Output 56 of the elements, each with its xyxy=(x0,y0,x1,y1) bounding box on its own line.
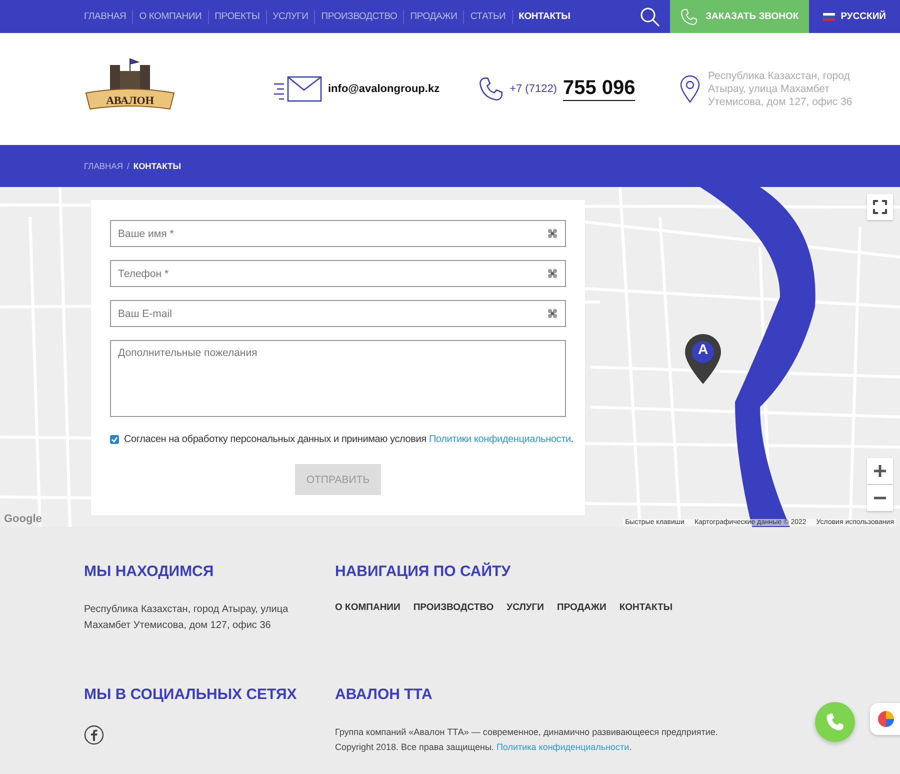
phone-icon xyxy=(680,8,698,26)
envelope-icon xyxy=(274,76,322,102)
phone-number[interactable]: 755 096 xyxy=(562,77,636,101)
marker-label: A xyxy=(696,341,710,357)
phone-icon xyxy=(825,712,845,732)
footer-nav-link[interactable]: ПРОДАЖИ xyxy=(556,602,606,613)
address-text: Республика Казахстан, город Атырау, улица Махамбет Утемисова, дом 127, офис 36 xyxy=(84,603,290,633)
copyright-text: Copyright 2018. Все права защищены. Политика конфиденциальности. xyxy=(335,740,633,754)
email-link[interactable]: info@avalongroup.kz xyxy=(328,83,440,95)
breadcrumb-link[interactable]: КОНТАКТЫ xyxy=(133,161,182,171)
company-description: Группа компаний «Авалон ТТА» — современное, динамично развивающееся предприятие. xyxy=(335,726,719,739)
phone-prefix: +7 (7122) xyxy=(510,83,557,95)
nav-link[interactable]: КОНТАКТЫ xyxy=(512,10,576,24)
autofill-icon xyxy=(547,308,558,319)
footer-nav-link[interactable]: ПРОИЗВОДСТВО xyxy=(413,602,494,613)
colorful-circle-icon xyxy=(878,711,894,727)
footer-nav-link[interactable]: УСЛУГИ xyxy=(506,602,544,613)
chat-widget-button[interactable] xyxy=(870,703,900,735)
input-field[interactable]: Телефон * xyxy=(110,260,566,287)
language-selector[interactable]: РУССКИЙ xyxy=(808,11,900,22)
section-title: МЫ В СОЦИАЛЬНЫХ СЕТЯХ xyxy=(84,686,298,702)
section-title: МЫ НАХОДИМСЯ xyxy=(84,563,215,580)
consent-checkbox[interactable] xyxy=(110,435,119,444)
consent-text: Согласен на обработку персональных данных и принимаю условия Политики конфиденциальности. xyxy=(124,434,574,445)
plus-icon xyxy=(873,464,887,478)
map-marker-icon[interactable] xyxy=(684,333,722,385)
castle-logo[interactable]: АВАЛОН xyxy=(84,57,176,121)
fullscreen-button[interactable] xyxy=(867,194,893,220)
search-icon[interactable] xyxy=(640,6,660,26)
flag-icon xyxy=(822,12,835,20)
nav-link[interactable]: ПРОЕКТЫ xyxy=(208,10,266,24)
section-title: АВАЛОН ТТА xyxy=(335,686,434,702)
message-field[interactable]: Дополнительные пожелания xyxy=(110,340,566,417)
nav-link[interactable]: ПРОДАЖИ xyxy=(403,10,464,24)
address-text: Республика Казахстан, город Атырау, улица Махамбет Утемисова, дом 127, офис 36 xyxy=(708,70,854,108)
footer-nav-link[interactable]: КОНТАКТЫ xyxy=(619,602,673,613)
breadcrumb-separator: / xyxy=(127,161,130,171)
footer-nav-link[interactable]: О КОМПАНИИ xyxy=(335,602,400,613)
section-title: НАВИГАЦИЯ ПО САЙТУ xyxy=(335,563,512,580)
phone-icon xyxy=(478,76,504,102)
nav-link[interactable]: О КОМПАНИИ xyxy=(132,10,208,24)
nav-link[interactable]: СТАТЬИ xyxy=(463,10,512,24)
fullscreen-icon xyxy=(873,200,887,214)
nav-link[interactable]: УСЛУГИ xyxy=(266,10,314,24)
input-field[interactable]: Ваш E-mail xyxy=(110,300,566,327)
input-field[interactable]: Ваше имя * xyxy=(110,220,566,247)
nav-link[interactable]: ПРОИЗВОДСТВО xyxy=(314,10,404,24)
location-pin-icon xyxy=(680,75,700,103)
autofill-icon xyxy=(547,268,558,279)
minus-icon xyxy=(873,496,887,500)
facebook-icon[interactable] xyxy=(84,724,104,744)
breadcrumb-link[interactable]: ГЛАВНАЯ xyxy=(84,161,123,171)
nav-link[interactable]: ГЛАВНАЯ xyxy=(84,10,132,24)
autofill-icon xyxy=(547,228,558,239)
zoom-in-button[interactable] xyxy=(867,458,893,484)
zoom-out-button[interactable] xyxy=(867,485,893,511)
